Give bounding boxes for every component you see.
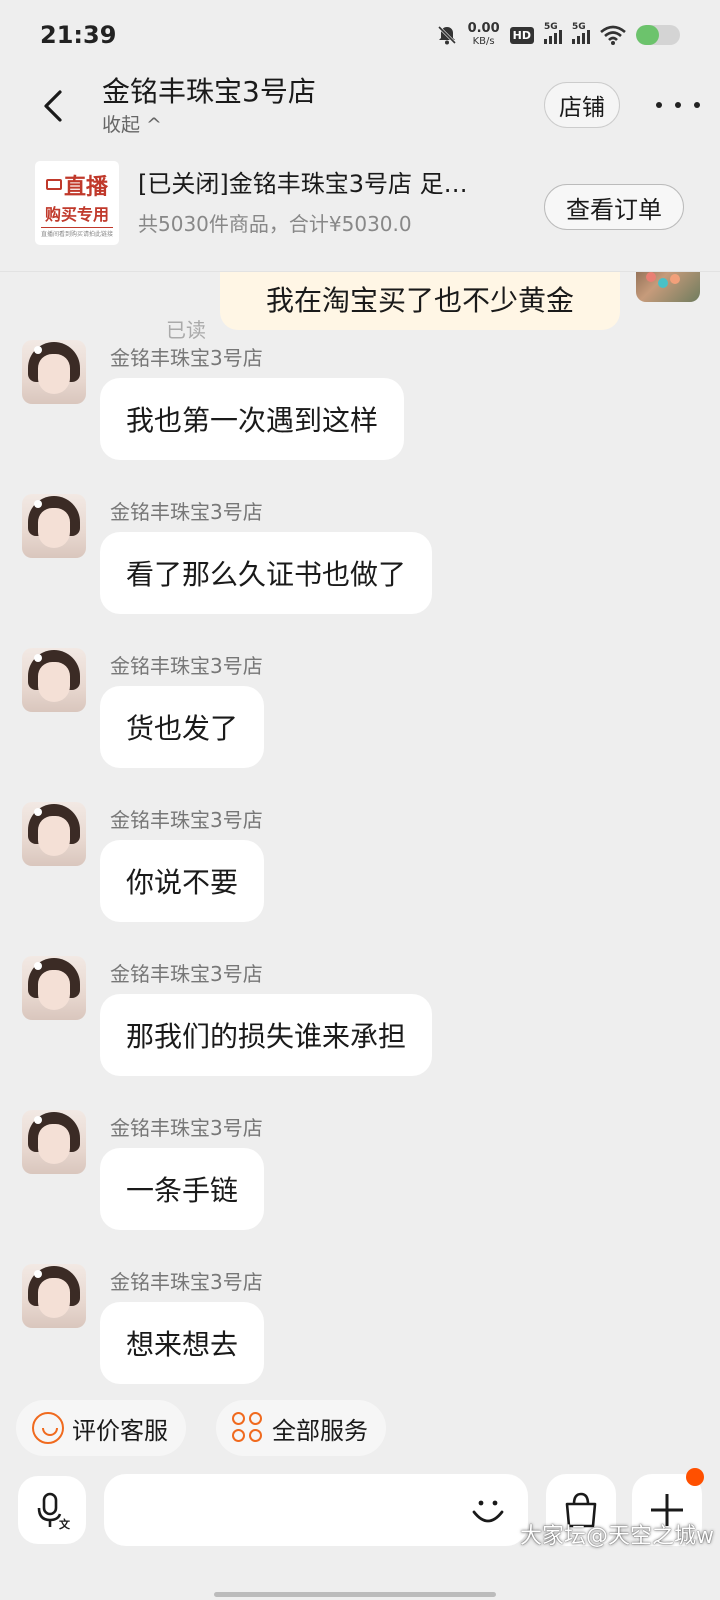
message-bubble[interactable]: 你说不要 [100, 840, 265, 922]
order-card[interactable]: 直播 购买专用 直播间看到购买请拍此链接 [已关闭]金铭丰珠宝3号店 足… 共5… [0, 150, 720, 272]
sender-name: 金铭丰珠宝3号店 [110, 346, 263, 370]
signal-sim2-icon: 5G [572, 22, 590, 44]
shop-button[interactable]: 店铺 [544, 82, 620, 128]
sent-message-row: 已读 我在淘宝买了也不少黄金 [0, 272, 720, 342]
message-bubble[interactable]: 货也发了 [100, 686, 265, 768]
collapse-toggle[interactable]: 收起 ^ [102, 110, 162, 137]
status-bar: 21:39 0.00 KB/s HD 5G 5G [0, 0, 720, 70]
shop-avatar[interactable] [22, 340, 86, 404]
sender-name: 金铭丰珠宝3号店 [110, 962, 263, 986]
order-thumbnail: 直播 购买专用 直播间看到购买请拍此链接 [34, 160, 120, 246]
sender-name: 金铭丰珠宝3号店 [110, 500, 263, 524]
shop-avatar[interactable] [22, 494, 86, 558]
microphone-icon: 文 [37, 1492, 71, 1530]
thumb-live-label: 直播 [45, 169, 108, 201]
watermark: 大家坛@天空之城w [520, 1524, 714, 1549]
chevron-left-icon [44, 90, 62, 122]
message-row: 金铭丰珠宝3号店 那我们的损失谁来承担 [0, 956, 720, 1106]
sender-name: 金铭丰珠宝3号店 [110, 1270, 263, 1294]
more-options-button[interactable] [656, 90, 700, 120]
view-order-button[interactable]: 查看订单 [544, 184, 684, 230]
notification-dot [686, 1468, 704, 1486]
smile-icon [32, 1412, 64, 1444]
sender-name: 金铭丰珠宝3号店 [110, 654, 263, 678]
sim1-label: 5G [544, 22, 558, 32]
net-speed: 0.00 KB/s [468, 22, 500, 48]
message-row: 金铭丰珠宝3号店 我也第一次遇到这样 [0, 340, 720, 490]
wifi-icon [600, 25, 626, 45]
battery-icon [636, 25, 680, 45]
services-grid-icon [232, 1412, 264, 1444]
back-button[interactable] [36, 86, 72, 126]
signal-sim1-icon: 5G [544, 22, 562, 44]
order-title: [已关闭]金铭丰珠宝3号店 足… [138, 170, 468, 198]
message-bubble[interactable]: 我也第一次遇到这样 [100, 378, 405, 460]
all-services-label: 全部服务 [272, 1416, 368, 1445]
order-summary: 共5030件商品，合计¥5030.0 [138, 212, 412, 236]
more-dot-icon [656, 102, 662, 108]
message-row: 金铭丰珠宝3号店 你说不要 [0, 802, 720, 952]
shop-avatar[interactable] [22, 802, 86, 866]
shop-avatar[interactable] [22, 956, 86, 1020]
thumb-line2-text: 购买专用 [44, 204, 109, 224]
quick-actions-bar: 评价客服 全部服务 [0, 1372, 720, 1456]
sender-name: 金铭丰珠宝3号店 [110, 1116, 263, 1140]
input-bar: 文 大家坛@天空之城w [0, 1452, 720, 1568]
message-bubble[interactable]: 看了那么久证书也做了 [100, 532, 433, 614]
chat-header: 金铭丰珠宝3号店 收起 ^ 店铺 [0, 70, 720, 150]
status-icons: 0.00 KB/s HD 5G 5G [436, 22, 680, 48]
message-input[interactable] [104, 1474, 528, 1546]
message-row: 金铭丰珠宝3号店 看了那么久证书也做了 [0, 494, 720, 644]
smiley-face-icon [472, 1500, 504, 1523]
mute-bell-icon [437, 25, 456, 45]
my-avatar[interactable] [636, 272, 700, 302]
shop-avatar[interactable] [22, 648, 86, 712]
all-services-chip[interactable]: 全部服务 [216, 1400, 386, 1456]
svg-text:文: 文 [59, 1517, 71, 1530]
message-row: 金铭丰珠宝3号店 一条手链 [0, 1110, 720, 1260]
emoji-button[interactable] [468, 1490, 508, 1530]
voice-input-button[interactable]: 文 [18, 1476, 86, 1544]
more-dot-icon [675, 102, 681, 108]
message-bubble[interactable]: 那我们的损失谁来承担 [100, 994, 433, 1076]
home-indicator[interactable] [214, 1592, 496, 1597]
rate-service-label: 评价客服 [72, 1416, 168, 1445]
shop-avatar[interactable] [22, 1110, 86, 1174]
status-time: 21:39 [40, 21, 117, 49]
message-row: 金铭丰珠宝3号店 货也发了 [0, 648, 720, 798]
hd-voice-icon: HD [509, 26, 534, 44]
read-status: 已读 [166, 318, 206, 342]
rate-service-chip[interactable]: 评价客服 [16, 1400, 186, 1456]
sim2-label: 5G [572, 22, 586, 32]
more-dot-icon [694, 102, 700, 108]
chat-area[interactable]: 已读 我在淘宝买了也不少黄金 金铭丰珠宝3号店 我也第一次遇到这样 金铭丰珠宝3… [0, 272, 720, 1400]
shop-name-title[interactable]: 金铭丰珠宝3号店 [102, 70, 316, 110]
sent-message-bubble[interactable]: 我在淘宝买了也不少黄金 [220, 272, 620, 330]
thumb-line1-text: 直播 [63, 174, 108, 200]
sender-name: 金铭丰珠宝3号店 [110, 808, 263, 832]
message-bubble[interactable]: 一条手链 [100, 1148, 265, 1230]
video-camera-icon [45, 179, 62, 190]
shop-avatar[interactable] [22, 1264, 86, 1328]
net-speed-unit: KB/s [472, 36, 495, 47]
net-speed-value: 0.00 [467, 21, 500, 36]
thumb-line3-text: 直播间看到购买请拍此链接 [40, 226, 113, 238]
